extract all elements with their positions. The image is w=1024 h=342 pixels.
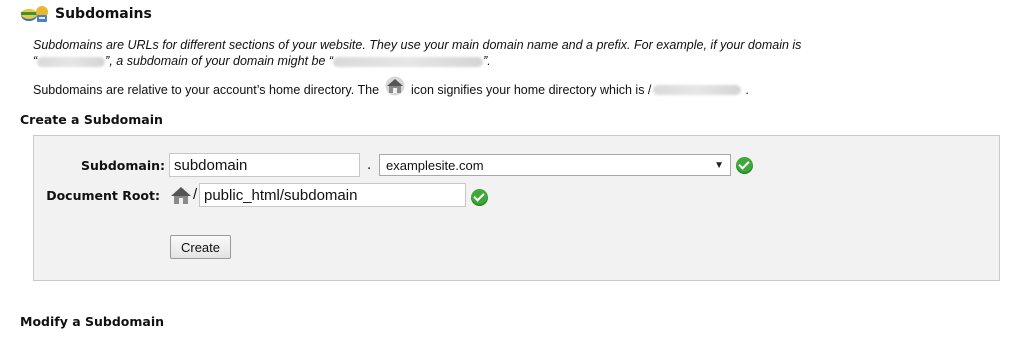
subdomain-valid-check-icon: [736, 157, 753, 174]
home-icon: [384, 76, 406, 96]
create-subdomain-heading: Create a Subdomain: [20, 112, 163, 127]
redacted-subdomain-example: [333, 56, 484, 67]
modify-subdomain-heading: Modify a Subdomain: [20, 314, 165, 329]
document-root-input[interactable]: [199, 183, 466, 207]
subdomains-globe-icon: [20, 4, 50, 24]
chevron-down-icon: ▼: [714, 159, 724, 171]
intro-quote-close: ”.: [483, 54, 491, 68]
intro-example-text: ”, a subdomain of your domain might be “: [105, 54, 334, 68]
intro-paragraph: Subdomains are URLs for different sectio…: [33, 37, 993, 69]
document-root-prefix: /: [193, 186, 198, 203]
home-note-after: icon signifies your home directory which…: [411, 83, 652, 97]
create-button[interactable]: Create: [170, 235, 231, 259]
domain-separator: .: [367, 158, 372, 173]
subdomain-input[interactable]: [169, 153, 360, 177]
document-root-valid-check-icon: [471, 189, 488, 206]
redacted-home-path: [653, 85, 742, 95]
page-title: Subdomains: [55, 6, 152, 22]
home-icon: [169, 184, 193, 206]
redacted-domain: [37, 56, 106, 67]
domain-select[interactable]: examplesite.com ▼: [379, 154, 731, 176]
create-subdomain-panel: Subdomain: . examplesite.com ▼ Document …: [33, 135, 1000, 281]
intro-sentence: Subdomains are URLs for different sectio…: [33, 38, 802, 52]
domain-select-value: examplesite.com: [386, 157, 484, 173]
home-directory-note: Subdomains are relative to your account’…: [33, 76, 749, 100]
document-root-label: Document Root:: [46, 188, 160, 203]
home-note-end: .: [745, 83, 749, 97]
home-note-before: Subdomains are relative to your account’…: [33, 83, 380, 97]
subdomain-label: Subdomain:: [80, 158, 165, 173]
page-header: Subdomains: [20, 4, 152, 24]
